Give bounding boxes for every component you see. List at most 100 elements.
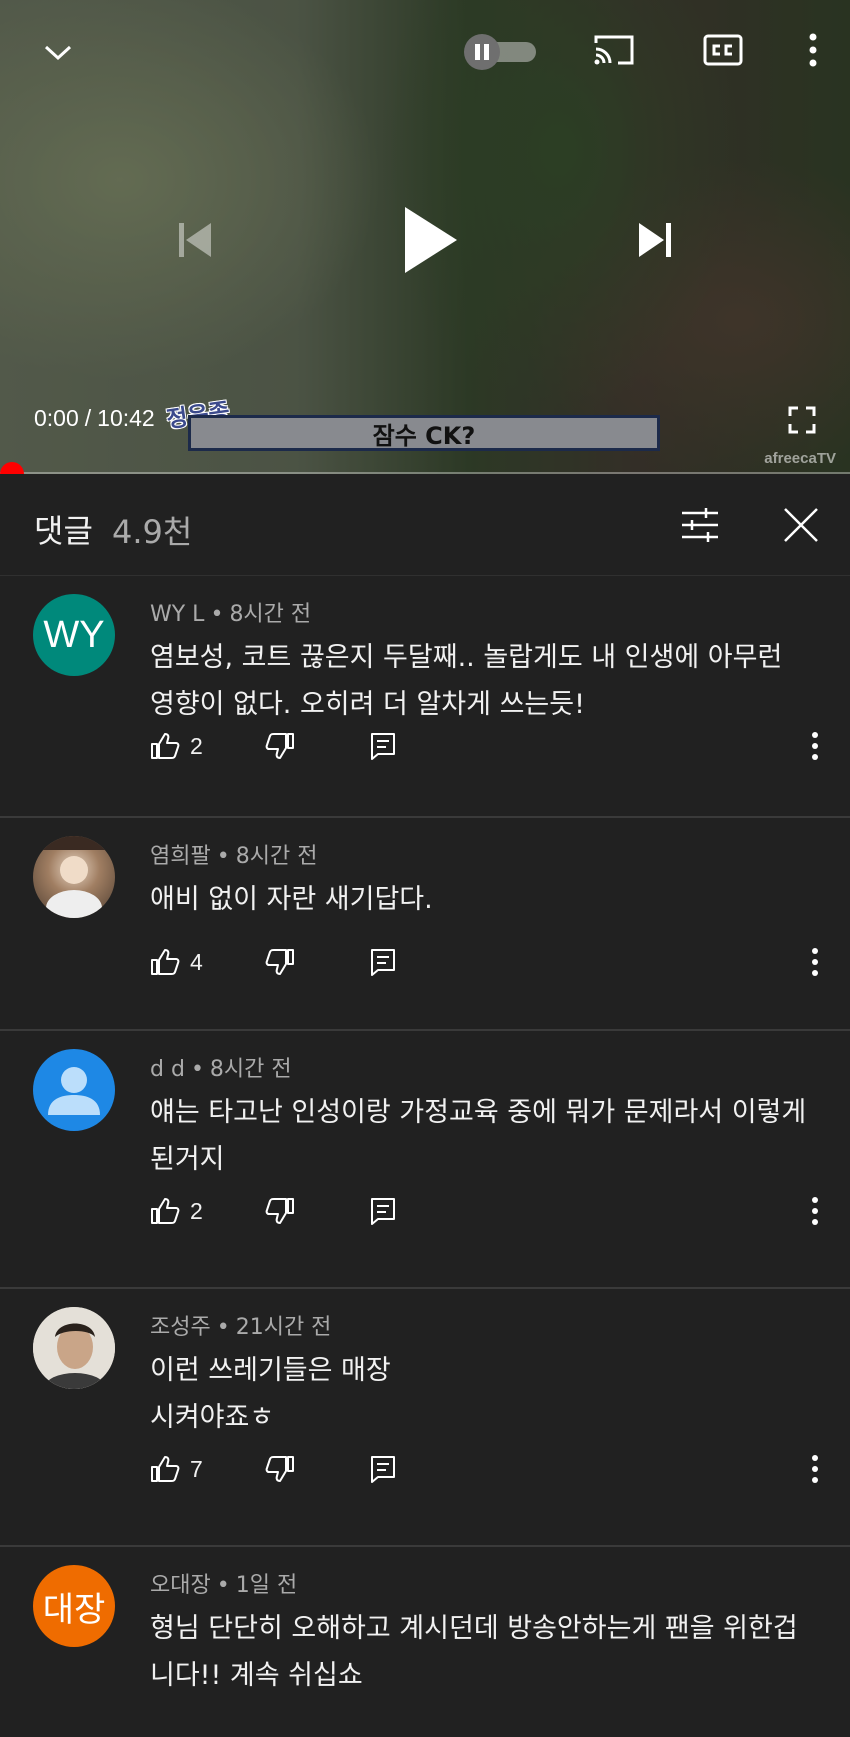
comment-meta: 조성주 • 21시간 전: [150, 1309, 331, 1341]
comment-item: 대장 오대장 • 1일 전 형님 단단히 오해하고 계시던데 방송안하는게 팬을 위…: [0, 1547, 850, 1737]
comment-item: d d • 8시간 전 얘는 타고난 인성이랑 가정교육 중에 뭐가 문제라서 이렇…: [0, 1031, 850, 1289]
dislike-button[interactable]: [265, 1191, 295, 1231]
comment-meta: 오대장 • 1일 전: [150, 1567, 297, 1599]
comment-text: 형님 단단히 오해하고 계시던데 방송안하는게 팬을 위한겁니다!! 계속 쉬십…: [150, 1613, 798, 1691]
comments-title: 댓글: [34, 512, 93, 550]
like-button[interactable]: 2: [150, 726, 203, 766]
comment-time: 8시간 전: [209, 1057, 292, 1082]
cast-icon: [594, 35, 634, 65]
comment-author[interactable]: 조성주: [150, 1315, 211, 1340]
comment-item: 조성주 • 21시간 전 이런 쓰레기들은 매장 시켜야죠ㅎ 7: [0, 1289, 850, 1547]
comment-text: 이런 쓰레기들은 매장 시켜야죠ㅎ: [150, 1347, 810, 1441]
meta-dot: •: [210, 602, 224, 627]
reply-button[interactable]: [370, 1191, 396, 1231]
user-photo-icon: [33, 836, 115, 918]
thumb-down-icon: [265, 1198, 294, 1224]
reply-button[interactable]: [370, 1449, 396, 1489]
like-count: 7: [190, 1455, 203, 1482]
play-button[interactable]: [390, 195, 470, 285]
meta-dot: •: [216, 1573, 230, 1598]
channel-watermark: afreecaTV: [764, 450, 836, 467]
avatar-initials: 대장: [42, 1590, 106, 1629]
avatar[interactable]: [33, 836, 115, 918]
comments-count: 4.9천: [112, 513, 193, 551]
more-vert-icon: [812, 732, 818, 760]
player-more-button[interactable]: [795, 28, 831, 72]
comment-more-button[interactable]: [800, 1449, 830, 1489]
more-vert-icon: [812, 1197, 818, 1225]
comment-author[interactable]: WY L: [150, 602, 204, 627]
comment-author[interactable]: 염희팔: [150, 844, 211, 869]
close-icon: [784, 508, 818, 542]
dislike-button[interactable]: [265, 726, 295, 766]
default-avatar-icon: [48, 1067, 100, 1115]
thumb-up-icon: [151, 1198, 180, 1224]
comment-text: 염보성, 코트 끊은지 두달째.. 놀랍게도 내 인생에 아무런 영향이 없다.…: [150, 642, 783, 720]
reply-icon: [371, 949, 395, 976]
dislike-button[interactable]: [265, 1449, 295, 1489]
comment-text-line: 이런 쓰레기들은 매장: [150, 1355, 391, 1386]
like-count: 4: [190, 948, 203, 975]
like-count: 2: [190, 732, 203, 759]
avatar[interactable]: [33, 1049, 115, 1131]
avatar[interactable]: [33, 1307, 115, 1389]
reply-icon: [371, 1456, 395, 1483]
skip-next-icon: [639, 223, 671, 257]
captions-button[interactable]: [700, 30, 746, 70]
autoplay-knob: [464, 34, 500, 70]
thumb-up-icon: [151, 949, 180, 975]
comment-time: 8시간 전: [235, 844, 318, 869]
more-vert-icon: [812, 948, 818, 976]
collapse-button[interactable]: [38, 32, 78, 72]
total-time: 10:42: [97, 405, 155, 431]
meta-dot: •: [190, 1057, 204, 1082]
thumb-up-icon: [151, 733, 180, 759]
more-vert-icon: [809, 33, 817, 67]
comment-more-button[interactable]: [800, 726, 830, 766]
reply-button[interactable]: [370, 726, 396, 766]
pause-icon: [475, 44, 489, 60]
next-button[interactable]: [625, 210, 685, 270]
video-caption: 잠수 CK?: [188, 415, 660, 451]
progress-bar[interactable]: [0, 472, 850, 474]
comment-more-button[interactable]: [800, 1191, 830, 1231]
previous-button[interactable]: [165, 210, 225, 270]
like-button[interactable]: 2: [150, 1191, 203, 1231]
cc-icon: [703, 34, 743, 66]
comment-author[interactable]: 오대장: [150, 1573, 211, 1598]
video-player[interactable]: 0:00/10:42 정윤종 잠수 CK? afreecaTV: [0, 0, 850, 474]
thumb-down-icon: [265, 733, 294, 759]
close-comments-button[interactable]: [778, 502, 824, 548]
fullscreen-button[interactable]: [782, 400, 822, 440]
thumb-down-icon: [265, 1456, 294, 1482]
play-icon: [405, 207, 457, 273]
sort-icon: [682, 508, 718, 542]
reply-icon: [371, 733, 395, 760]
comment-item: WY WY L • 8시간 전 염보성, 코트 끊은지 두달째.. 놀랍게도 내 인…: [0, 576, 850, 818]
reply-button[interactable]: [370, 942, 396, 982]
like-button[interactable]: 4: [150, 942, 203, 982]
avatar[interactable]: 대장: [33, 1565, 115, 1647]
meta-dot: •: [216, 1315, 230, 1340]
comment-meta: WY L • 8시간 전: [150, 596, 311, 628]
thumb-up-icon: [151, 1456, 180, 1482]
like-button[interactable]: 7: [150, 1449, 203, 1489]
cast-button[interactable]: [590, 30, 638, 70]
skip-previous-icon: [179, 223, 211, 257]
comment-time: 8시간 전: [229, 602, 312, 627]
comment-meta: d d • 8시간 전: [150, 1051, 292, 1083]
current-time: 0:00: [34, 405, 79, 431]
time-separator: /: [84, 405, 92, 431]
autoplay-toggle[interactable]: [464, 34, 540, 70]
comment-more-button[interactable]: [800, 942, 830, 982]
time-display: 0:00/10:42: [34, 405, 155, 432]
dislike-button[interactable]: [265, 942, 295, 982]
comment-meta: 염희팔 • 8시간 전: [150, 838, 317, 870]
comment-text: 애비 없이 자란 새기답다.: [150, 884, 433, 915]
sort-comments-button[interactable]: [676, 502, 724, 548]
user-photo-icon: [33, 1307, 115, 1389]
comment-time: 21시간 전: [235, 1315, 332, 1340]
meta-dot: •: [216, 844, 230, 869]
comment-author[interactable]: d d: [150, 1057, 185, 1082]
avatar[interactable]: WY: [33, 594, 115, 676]
